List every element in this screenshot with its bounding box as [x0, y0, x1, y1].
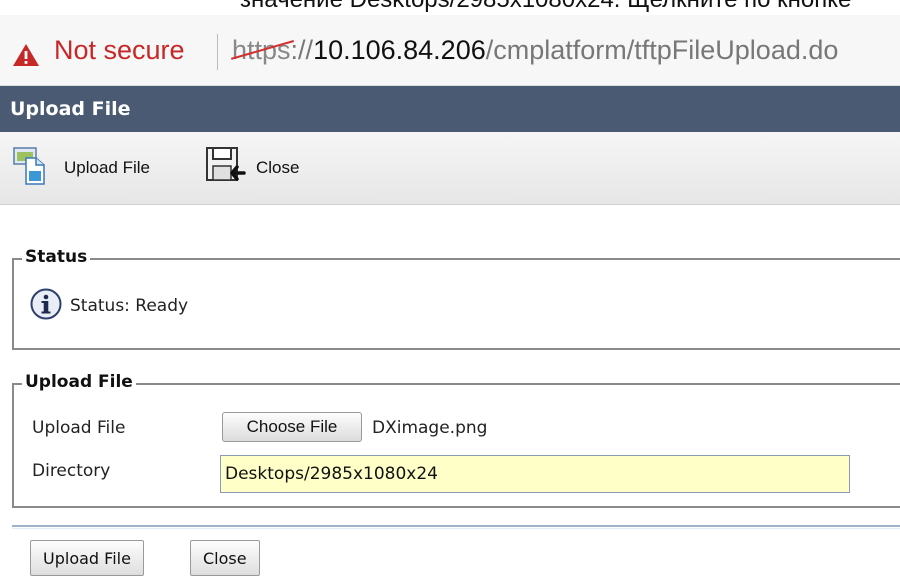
caption-text: значение Desktops/2985x1080x24. Щелкните…	[240, 0, 851, 14]
window-title-bar: Upload File	[0, 86, 900, 132]
warning-triangle-icon	[12, 43, 40, 74]
url-text[interactable]: https://10.106.84.206/cmplatform/tftpFil…	[232, 35, 838, 66]
directory-input[interactable]	[220, 455, 850, 493]
close-button[interactable]: Close	[190, 540, 260, 576]
choose-file-button[interactable]: Choose File	[222, 412, 362, 442]
toolbar-upload-button[interactable]: Upload File	[12, 146, 150, 190]
toolbar-close-button[interactable]: Close	[204, 146, 299, 190]
directory-label: Directory	[32, 461, 111, 481]
status-text: Status: Ready	[70, 296, 189, 316]
footer-divider-highlight	[12, 528, 900, 529]
footer-divider	[12, 525, 900, 527]
upload-file-section: Upload File Upload File Choose File DXim…	[12, 372, 900, 508]
status-section: Status Status: Ready	[12, 247, 900, 350]
background-caption: значение Desktops/2985x1080x24. Щелкните…	[0, 0, 900, 15]
url-path: /cmplatform/tftpFileUpload.do	[485, 35, 839, 65]
selected-file-name: DXimage.png	[372, 418, 488, 438]
url-scheme: https	[232, 35, 291, 65]
address-bar[interactable]: Not secure https://10.106.84.206/cmplatf…	[0, 15, 900, 86]
status-legend: Status	[22, 247, 91, 267]
upload-file-label: Upload File	[32, 418, 126, 438]
upload-file-button[interactable]: Upload File	[30, 540, 144, 576]
upload-legend: Upload File	[22, 372, 136, 392]
toolbar: Upload File Close	[0, 132, 900, 205]
address-separator	[217, 34, 218, 70]
toolbar-close-label: Close	[256, 158, 300, 177]
status-row: Status: Ready	[30, 288, 188, 324]
close-window-icon	[204, 144, 248, 192]
info-icon	[30, 288, 62, 324]
window-title: Upload File	[10, 98, 131, 120]
upload-file-icon	[12, 144, 56, 192]
url-host: 10.106.84.206	[313, 35, 486, 65]
url-separator: ://	[290, 35, 314, 65]
toolbar-upload-label: Upload File	[64, 158, 150, 177]
security-indicator[interactable]: Not secure	[54, 35, 185, 66]
